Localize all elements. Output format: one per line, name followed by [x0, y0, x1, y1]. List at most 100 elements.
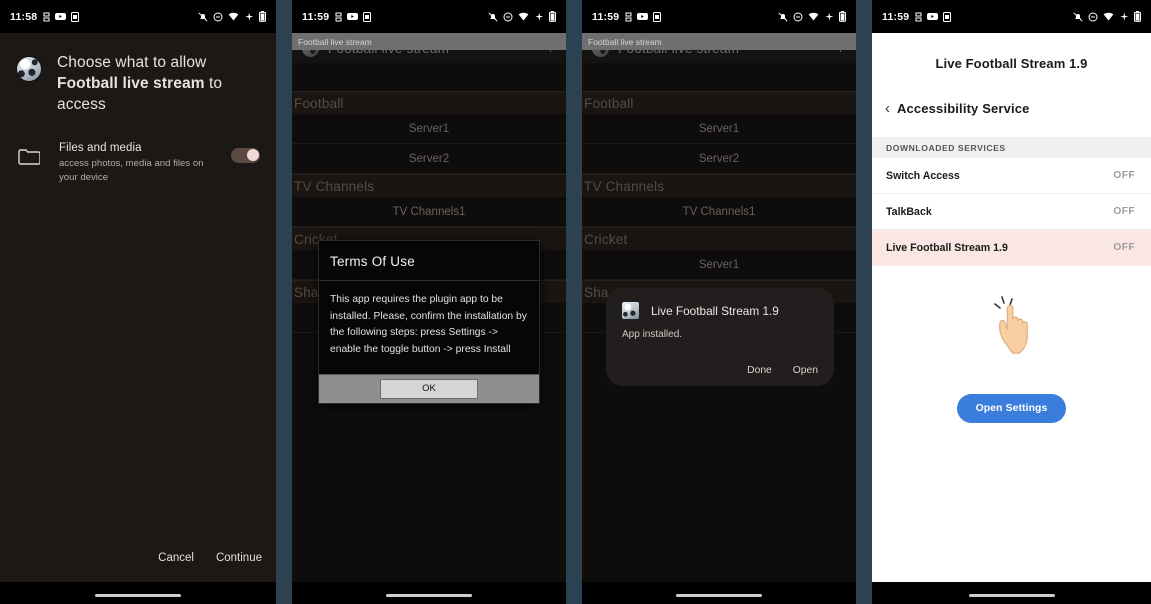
continue-button[interactable]: Continue [216, 552, 262, 564]
sim-icon [43, 12, 50, 22]
notification-header: Live Football Stream 1.9 [622, 302, 818, 319]
wifi-icon [228, 12, 239, 21]
done-button[interactable]: Done [747, 365, 772, 376]
list-item[interactable]: TV Channels1 [292, 197, 566, 227]
youtube-icon [637, 12, 649, 21]
battery-icon [259, 11, 266, 22]
phone-screen: 11:59 Football live stream Football Serv… [582, 0, 856, 604]
cancel-button[interactable]: Cancel [158, 552, 194, 564]
status-bar-right-icons [778, 11, 846, 22]
notification-actions: Done Open [622, 365, 818, 376]
do-not-disturb-icon [213, 12, 223, 22]
folder-icon [18, 148, 41, 170]
phone-screen: 11:59 Live Football Stream 1.9 ‹ Accessi… [872, 0, 1151, 604]
status-bar-right-icons [488, 11, 556, 22]
permission-row-files-and-media[interactable]: Files and media access photos, media and… [0, 116, 276, 185]
wifi-icon [808, 12, 819, 21]
airplane-mode-icon [244, 12, 254, 22]
do-not-disturb-icon [793, 12, 803, 22]
home-gesture-pill[interactable] [386, 594, 472, 597]
tooltip: Football live stream [582, 33, 856, 50]
airplane-mode-icon [1119, 12, 1129, 22]
permission-toggle[interactable] [231, 147, 260, 163]
list-item[interactable]: Server2 [292, 144, 566, 174]
navigation-bar [872, 582, 1151, 604]
status-bar-clock: 11:59 [882, 10, 910, 23]
list-item[interactable]: Server2 [582, 144, 856, 174]
permission-header: Choose what to allow Football live strea… [0, 33, 276, 116]
status-bar: 11:59 [872, 0, 1151, 33]
status-bar-clock: 11:59 [302, 10, 330, 23]
app-notification-icon [653, 11, 662, 22]
permission-actions: Cancel Continue [158, 552, 262, 564]
section-header-tv-channels: TV Channels [582, 174, 856, 197]
chevron-left-icon[interactable]: ‹ [885, 101, 890, 116]
do-not-disturb-icon [503, 12, 513, 22]
youtube-icon [347, 12, 359, 21]
open-settings-button[interactable]: Open Settings [956, 394, 1067, 423]
football-icon [16, 56, 42, 82]
home-gesture-pill[interactable] [95, 594, 181, 597]
terms-of-use-dialog: Terms Of Use This app requires the plugi… [318, 240, 540, 404]
app-bar: Football live stream ⋮ Football live str… [582, 33, 856, 63]
permission-title-prefix: Choose what to allow [57, 54, 207, 71]
ok-button[interactable]: OK [380, 378, 478, 399]
service-name: Live Football Stream 1.9 [886, 241, 1008, 254]
permission-title-app: Football live stream [57, 74, 205, 92]
notification-title: Live Football Stream 1.9 [651, 303, 779, 318]
dialog-title: Terms Of Use [319, 241, 539, 281]
battery-icon [1134, 11, 1141, 22]
notifications-off-icon [1073, 11, 1083, 22]
status-bar-right-icons [198, 11, 266, 22]
section-header-tv-channels: TV Channels [292, 174, 566, 197]
notifications-off-icon [488, 11, 498, 22]
page-title: Live Football Stream 1.9 [935, 56, 1088, 71]
service-row-switch-access[interactable]: Switch Access OFF [872, 158, 1151, 194]
accessibility-settings-screen: Live Football Stream 1.9 ‹ Accessibility… [872, 33, 1151, 582]
navigation-bar [0, 582, 276, 604]
status-bar-right-icons [1073, 11, 1141, 22]
phone-screen: 11:59 Football live stream Football Serv… [292, 0, 566, 604]
section-header-cricket: Cricket [582, 227, 856, 250]
service-row-talkback[interactable]: TalkBack OFF [872, 194, 1151, 230]
status-bar-clock: 11:59 [592, 10, 620, 23]
list-item[interactable]: Server1 [582, 250, 856, 280]
app-notification-icon [363, 11, 372, 22]
list-item[interactable]: TV Channels1 [582, 197, 856, 227]
airplane-mode-icon [534, 12, 544, 22]
status-bar: 11:58 [0, 0, 276, 33]
home-gesture-pill[interactable] [968, 594, 1055, 597]
list-item[interactable]: Server1 [292, 114, 566, 144]
breadcrumb-label: Accessibility Service [897, 101, 1030, 116]
football-icon [622, 302, 639, 319]
status-bar-left-icons [335, 11, 372, 22]
status-bar-clock: 11:58 [10, 10, 38, 23]
app-notification-icon [71, 11, 80, 22]
status-bar-left-icons [43, 11, 80, 22]
battery-icon [839, 11, 846, 22]
screenshot-stage: 11:58 Choose what to allow Football live… [0, 0, 1151, 604]
list-item[interactable]: Server1 [582, 114, 856, 144]
permission-name: Files and media [59, 141, 142, 154]
phone-panel-terms: 11:59 Football live stream Football Serv… [292, 0, 566, 604]
youtube-icon [927, 12, 939, 21]
notifications-off-icon [198, 11, 208, 22]
breadcrumb[interactable]: ‹ Accessibility Service [872, 71, 1151, 116]
permission-description: access photos, media and files on your d… [59, 157, 204, 183]
tooltip: Football live stream [292, 33, 566, 50]
sim-icon [335, 12, 342, 22]
phone-screen: 11:58 Choose what to allow Football live… [0, 0, 276, 604]
home-gesture-pill[interactable] [676, 594, 762, 597]
app-content: Football live stream ⋮ Football live str… [582, 33, 856, 582]
dialog-message: This app requires the plugin app to be i… [330, 294, 527, 356]
status-badge: OFF [1113, 242, 1135, 253]
permission-title: Choose what to allow Football live strea… [57, 53, 258, 116]
status-bar: 11:59 [582, 0, 856, 33]
dialog-button-bar: OK [319, 373, 539, 403]
phone-panel-permission: 11:58 Choose what to allow Football live… [0, 0, 276, 604]
service-name: TalkBack [886, 205, 932, 218]
section-header-downloaded-services: DOWNLOADED SERVICES [872, 137, 1151, 158]
service-row-live-football-stream[interactable]: Live Football Stream 1.9 OFF [872, 230, 1151, 266]
sim-icon [625, 12, 632, 22]
open-button[interactable]: Open [793, 365, 818, 376]
